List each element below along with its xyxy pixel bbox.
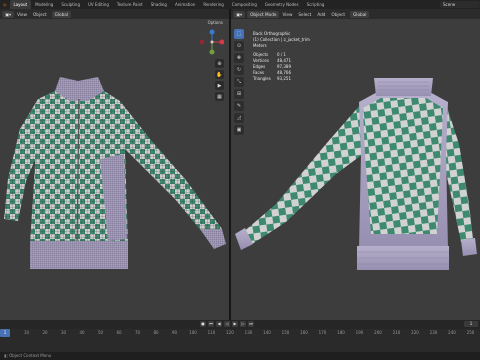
frame-tick-label: 180 <box>337 330 345 335</box>
next-keyframe-icon[interactable]: ▷ <box>240 321 246 327</box>
play-icon[interactable]: ▶ <box>232 321 238 327</box>
mouse-icon: ◧ <box>4 353 8 358</box>
frame-tick-label: 150 <box>281 330 290 335</box>
left-viewport[interactable]: ▣▾ View Object Global Options ⊕ ✋ ▶ ▦ <box>0 9 229 320</box>
frame-tick-label: 70 <box>134 330 141 335</box>
frame-tick-label: 40 <box>79 330 85 335</box>
frame-tick-label: 250 <box>466 330 475 335</box>
menu-object[interactable]: Object <box>30 12 50 17</box>
right-viewport-header: ▣▾ Object Mode View Select Add Object Gl… <box>231 9 480 19</box>
frame-tick-label: 120 <box>226 330 234 335</box>
left-viewport-header: ▣▾ View Object Global <box>0 9 229 19</box>
frame-tick-label: 140 <box>263 330 271 335</box>
navigation-gizmo[interactable] <box>200 29 224 57</box>
current-frame-field[interactable]: 1 <box>464 321 478 327</box>
tab-modeling[interactable]: Modeling <box>31 0 57 9</box>
tab-texture-paint[interactable]: Texture Paint <box>113 0 147 9</box>
tab-compositing[interactable]: Compositing <box>228 0 261 9</box>
frame-tick-label: 30 <box>60 330 67 335</box>
menu-view[interactable]: View <box>279 12 295 17</box>
tab-uv-editing[interactable]: UV Editing <box>84 0 113 9</box>
options-dropdown[interactable]: Options <box>208 20 223 25</box>
zoom-icon[interactable]: ⊕ <box>215 59 224 68</box>
editor-type-button[interactable]: ▣▾ <box>2 10 15 18</box>
blender-logo-icon[interactable]: ◎ <box>0 0 10 9</box>
frame-tick-label: 190 <box>355 330 364 335</box>
menu-view[interactable]: View <box>14 12 30 17</box>
menu-select[interactable]: Select <box>295 12 314 17</box>
select-box-icon[interactable]: ⬚ <box>234 29 244 39</box>
jump-end-icon[interactable]: ⏭ <box>248 321 254 327</box>
frame-tick-label: 110 <box>207 330 216 335</box>
right-viewport[interactable]: ▣▾ Object Mode View Select Add Object Gl… <box>231 9 480 320</box>
frame-tick-label: 80 <box>153 330 159 335</box>
frame-tick-label: 130 <box>244 330 253 335</box>
frame-tick-label: 160 <box>300 330 308 335</box>
cursor-icon[interactable]: ⊙ <box>234 41 244 51</box>
frame-tick-label: 230 <box>429 330 438 335</box>
jacket-front-wireframe-render <box>4 77 226 269</box>
frame-tick-label: 60 <box>116 330 122 335</box>
tab-sculpting[interactable]: Sculpting <box>57 0 84 9</box>
tab-animation[interactable]: Animation <box>171 0 199 9</box>
status-hint: Object Context Menu <box>9 353 52 358</box>
move-icon[interactable]: ✥ <box>234 53 244 63</box>
jacket-back-checker-render <box>235 78 477 270</box>
status-bar: ◧ Object Context Menu <box>0 352 480 360</box>
menu-add[interactable]: Add <box>314 12 328 17</box>
transform-orientation-dropdown[interactable]: Global <box>51 10 71 18</box>
tab-geometry-nodes[interactable]: Geometry Nodes <box>261 0 303 9</box>
frame-tick-label: 200 <box>374 330 382 335</box>
tab-shading[interactable]: Shading <box>147 0 171 9</box>
tab-scripting[interactable]: Scripting <box>303 0 329 9</box>
play-reverse-icon[interactable]: ◁ <box>224 321 230 327</box>
mode-dropdown[interactable]: Object Mode <box>247 10 280 18</box>
frame-tick-label: 50 <box>97 330 104 335</box>
record-icon[interactable]: ● <box>200 321 206 327</box>
prev-keyframe-icon[interactable]: ◀ <box>216 321 222 327</box>
scene-selector[interactable]: Scene <box>440 1 480 8</box>
playhead[interactable]: 1 <box>0 329 10 337</box>
transform-orientation-dropdown[interactable]: Global <box>350 10 370 18</box>
tab-rendering[interactable]: Rendering <box>199 0 227 9</box>
frame-tick-label: 20 <box>42 330 48 335</box>
menu-object[interactable]: Object <box>328 12 348 17</box>
frame-tick-label: 100 <box>189 330 197 335</box>
tab-layout[interactable]: Layout <box>9 0 32 9</box>
timeline-header: ● ⏮ ◀ ◁ ▶ ▷ ⏭ 1 <box>0 320 480 329</box>
jump-start-icon[interactable]: ⏮ <box>208 321 214 327</box>
timeline-editor[interactable]: ● ⏮ ◀ ◁ ▶ ▷ ⏭ 1 010203040506070809010011… <box>0 320 480 352</box>
frame-tick-label: 210 <box>392 330 401 335</box>
workspace-tabs-bar: ◎ Layout Modeling Sculpting UV Editing T… <box>0 0 480 9</box>
frame-tick-label: 240 <box>448 330 456 335</box>
frame-ruler[interactable]: 0102030405060708090100110120130140150160… <box>0 329 480 339</box>
editor-type-button[interactable]: ▣▾ <box>233 10 246 18</box>
frame-tick-label: 220 <box>411 330 419 335</box>
frame-tick-label: 90 <box>171 330 178 335</box>
playback-controls: ● ⏮ ◀ ◁ ▶ ▷ ⏭ <box>200 321 254 327</box>
frame-tick-label: 170 <box>318 330 327 335</box>
frame-tick-label: 10 <box>23 330 30 335</box>
